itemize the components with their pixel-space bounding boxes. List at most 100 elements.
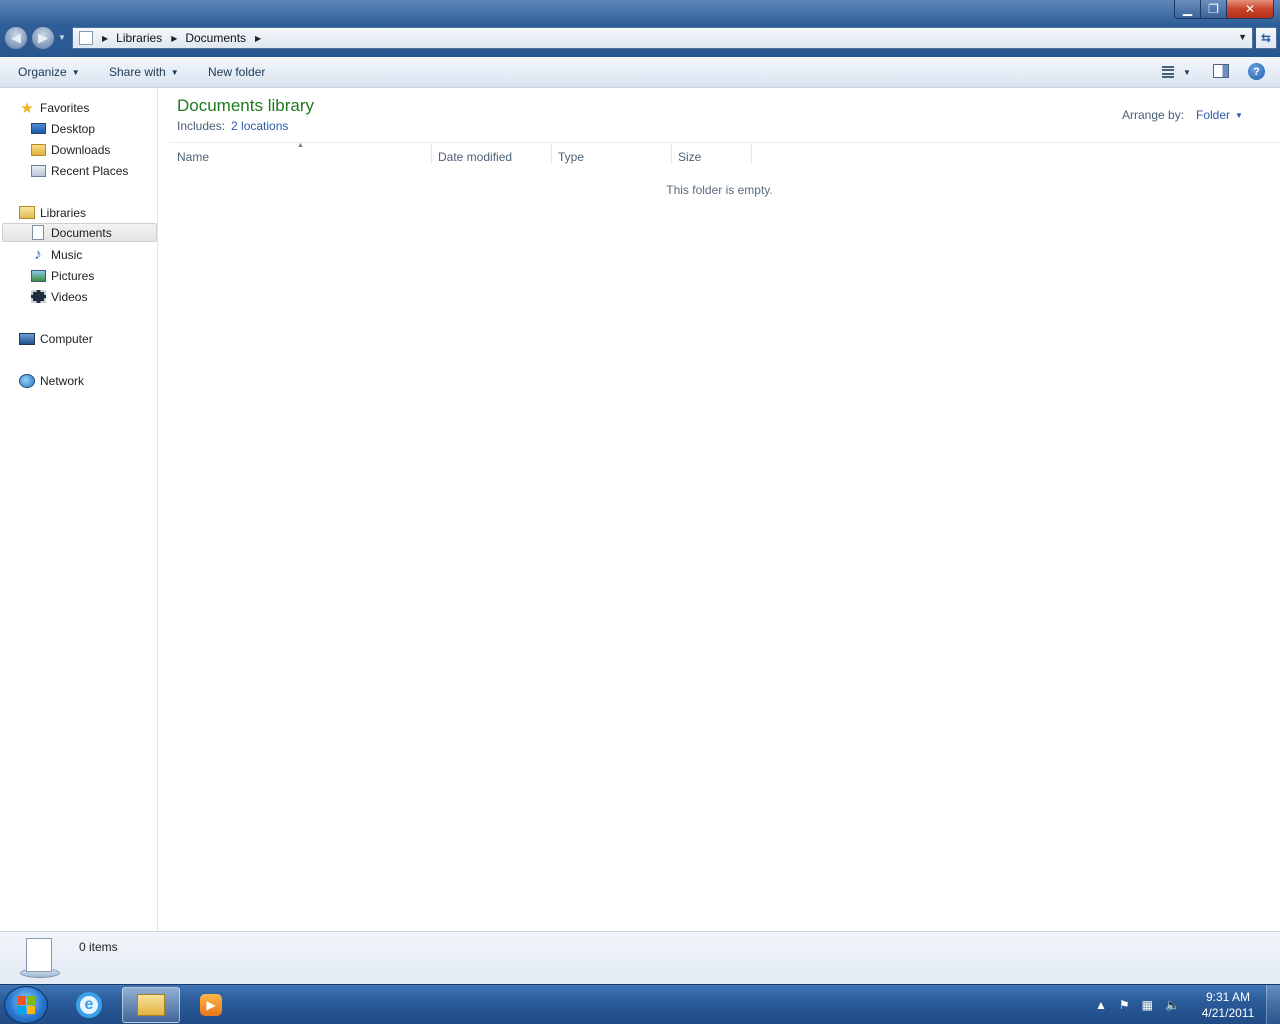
maximize-button[interactable]: ❐ xyxy=(1201,0,1227,19)
windows-explorer-icon xyxy=(137,994,165,1016)
sidebar-item-pictures[interactable]: Pictures xyxy=(30,266,94,285)
address-folder-icon xyxy=(79,31,93,45)
address-dropdown-icon[interactable]: ▼ xyxy=(1238,32,1247,42)
libraries-icon xyxy=(19,205,35,221)
sidebar-item-label: Network xyxy=(40,373,85,388)
share-with-button[interactable]: Share with ▼ xyxy=(109,65,179,79)
sidebar-item-label: Documents xyxy=(51,225,112,240)
refresh-button[interactable]: ⇆ xyxy=(1256,27,1277,49)
column-divider[interactable] xyxy=(671,144,672,164)
close-button[interactable]: ✕ xyxy=(1227,0,1274,19)
forward-button[interactable]: ▶ xyxy=(31,26,55,50)
taskbar-windows-explorer[interactable] xyxy=(122,987,180,1023)
show-hidden-icons-icon[interactable]: ▲ xyxy=(1095,998,1107,1012)
empty-folder-message: This folder is empty. xyxy=(666,183,773,197)
network-status-icon[interactable]: ▦ xyxy=(1142,998,1153,1012)
taskbar-media-player[interactable]: ▶ xyxy=(182,987,240,1023)
titlebar-sheen xyxy=(0,0,1280,24)
item-count: 0 items xyxy=(79,940,118,954)
sidebar-item-favorites[interactable]: ★ Favorites xyxy=(19,98,89,117)
column-header-size[interactable]: Size xyxy=(678,144,701,166)
page-title: Documents library xyxy=(177,96,314,115)
sidebar-item-label: Libraries xyxy=(40,205,87,220)
back-arrow-icon: ◀ xyxy=(11,30,21,45)
sidebar-item-label: Videos xyxy=(51,289,88,304)
change-view-icon[interactable] xyxy=(1158,66,1174,78)
sidebar-item-downloads[interactable]: Downloads xyxy=(30,140,110,159)
navigation-pane: ★ Favorites Desktop Downloads Recent Pla… xyxy=(0,88,158,931)
arrange-by-value: Folder xyxy=(1196,108,1231,122)
forward-arrow-icon: ▶ xyxy=(38,30,48,45)
sidebar-item-computer[interactable]: Computer xyxy=(19,329,93,348)
chevron-right-icon[interactable]: ▶ xyxy=(171,34,177,43)
sidebar-item-recent-places[interactable]: Recent Places xyxy=(30,161,128,180)
view-options-dropdown[interactable]: ▼ xyxy=(1183,68,1191,77)
media-player-icon: ▶ xyxy=(200,994,222,1016)
sidebar-item-music[interactable]: ♪ Music xyxy=(30,245,82,264)
column-divider[interactable] xyxy=(751,144,752,164)
star-icon: ★ xyxy=(20,99,34,117)
notification-area: ▲ ⚑ ▦ 🔈 xyxy=(1095,985,1192,1024)
sidebar-item-network[interactable]: Network xyxy=(19,371,84,390)
show-desktop-button[interactable] xyxy=(1266,985,1280,1024)
organize-label: Organize xyxy=(18,65,67,79)
taskbar: e ▶ ▲ ⚑ ▦ 🔈 9:31 AM 4/21/2011 xyxy=(0,984,1280,1024)
details-pane: 0 items xyxy=(0,931,1280,984)
breadcrumb-libraries[interactable]: Libraries xyxy=(116,31,162,45)
sidebar-item-libraries[interactable]: Libraries xyxy=(19,203,86,222)
column-header-date-modified[interactable]: Date modified xyxy=(438,144,512,166)
action-center-flag-icon[interactable]: ⚑ xyxy=(1119,998,1130,1012)
clock-date: 4/21/2011 xyxy=(1201,1006,1255,1020)
breadcrumb-documents[interactable]: Documents xyxy=(185,31,246,45)
column-divider[interactable] xyxy=(431,144,432,164)
sidebar-item-documents[interactable]: Documents xyxy=(2,223,157,242)
documents-icon xyxy=(30,225,46,241)
arrange-by-label: Arrange by: xyxy=(1122,108,1185,122)
back-button[interactable]: ◀ xyxy=(4,26,28,50)
start-button[interactable] xyxy=(4,986,48,1024)
sidebar-item-label: Music xyxy=(51,247,83,262)
internet-explorer-icon: e xyxy=(76,992,102,1018)
organize-button[interactable]: Organize ▼ xyxy=(18,65,80,79)
column-header-name[interactable]: Name xyxy=(177,144,209,166)
address-bar[interactable]: ▶ Libraries ▶ Documents ▶ ▼ xyxy=(72,27,1253,49)
sidebar-item-label: Recent Places xyxy=(51,163,129,178)
chevron-down-icon: ▼ xyxy=(170,68,179,77)
help-icon[interactable]: ? xyxy=(1248,63,1265,80)
chevron-down-icon: ▼ xyxy=(1235,111,1243,120)
includes-label: Includes: xyxy=(177,119,226,133)
file-list-pane: Documents library Includes: 2 locations A… xyxy=(159,88,1280,931)
sidebar-item-label: Pictures xyxy=(51,268,95,283)
volume-icon[interactable]: 🔈 xyxy=(1165,998,1180,1012)
locations-link[interactable]: 2 locations xyxy=(231,119,288,133)
sidebar-item-videos[interactable]: Videos xyxy=(30,287,87,306)
window-controls: ▁ ❐ ✕ xyxy=(1174,0,1274,19)
column-divider[interactable] xyxy=(551,144,552,164)
chevron-right-icon[interactable]: ▶ xyxy=(255,34,261,43)
sidebar-item-label: Downloads xyxy=(51,142,111,157)
minimize-button[interactable]: ▁ xyxy=(1174,0,1201,19)
sidebar-item-label: Favorites xyxy=(40,100,90,115)
chevron-down-icon: ▼ xyxy=(71,68,80,77)
sidebar-item-desktop[interactable]: Desktop xyxy=(30,119,95,138)
arrange-by-dropdown[interactable]: Folder ▼ xyxy=(1196,108,1243,122)
new-folder-label: New folder xyxy=(208,65,266,79)
taskbar-internet-explorer[interactable]: e xyxy=(60,987,118,1023)
system-clock[interactable]: 9:31 AM 4/21/2011 xyxy=(1196,989,1260,1021)
sidebar-item-label: Desktop xyxy=(51,121,96,136)
pictures-icon xyxy=(30,268,46,284)
folder-icon xyxy=(30,142,46,158)
recent-pages-dropdown[interactable]: ▼ xyxy=(58,33,66,42)
chevron-right-icon[interactable]: ▶ xyxy=(102,34,108,43)
column-header-type[interactable]: Type xyxy=(558,144,584,166)
new-folder-button[interactable]: New folder xyxy=(208,65,265,79)
windows-logo-icon xyxy=(17,996,35,1014)
preview-pane-icon[interactable] xyxy=(1213,64,1229,78)
videos-icon xyxy=(30,289,46,305)
desktop-icon xyxy=(30,121,46,137)
command-bar: Organize ▼ Share with ▼ New folder ▼ xyxy=(0,57,1280,88)
recent-places-icon xyxy=(30,163,46,179)
clock-time: 9:31 AM xyxy=(1205,990,1251,1004)
music-icon: ♪ xyxy=(34,246,42,263)
sort-ascending-icon: ▲ xyxy=(297,142,304,149)
